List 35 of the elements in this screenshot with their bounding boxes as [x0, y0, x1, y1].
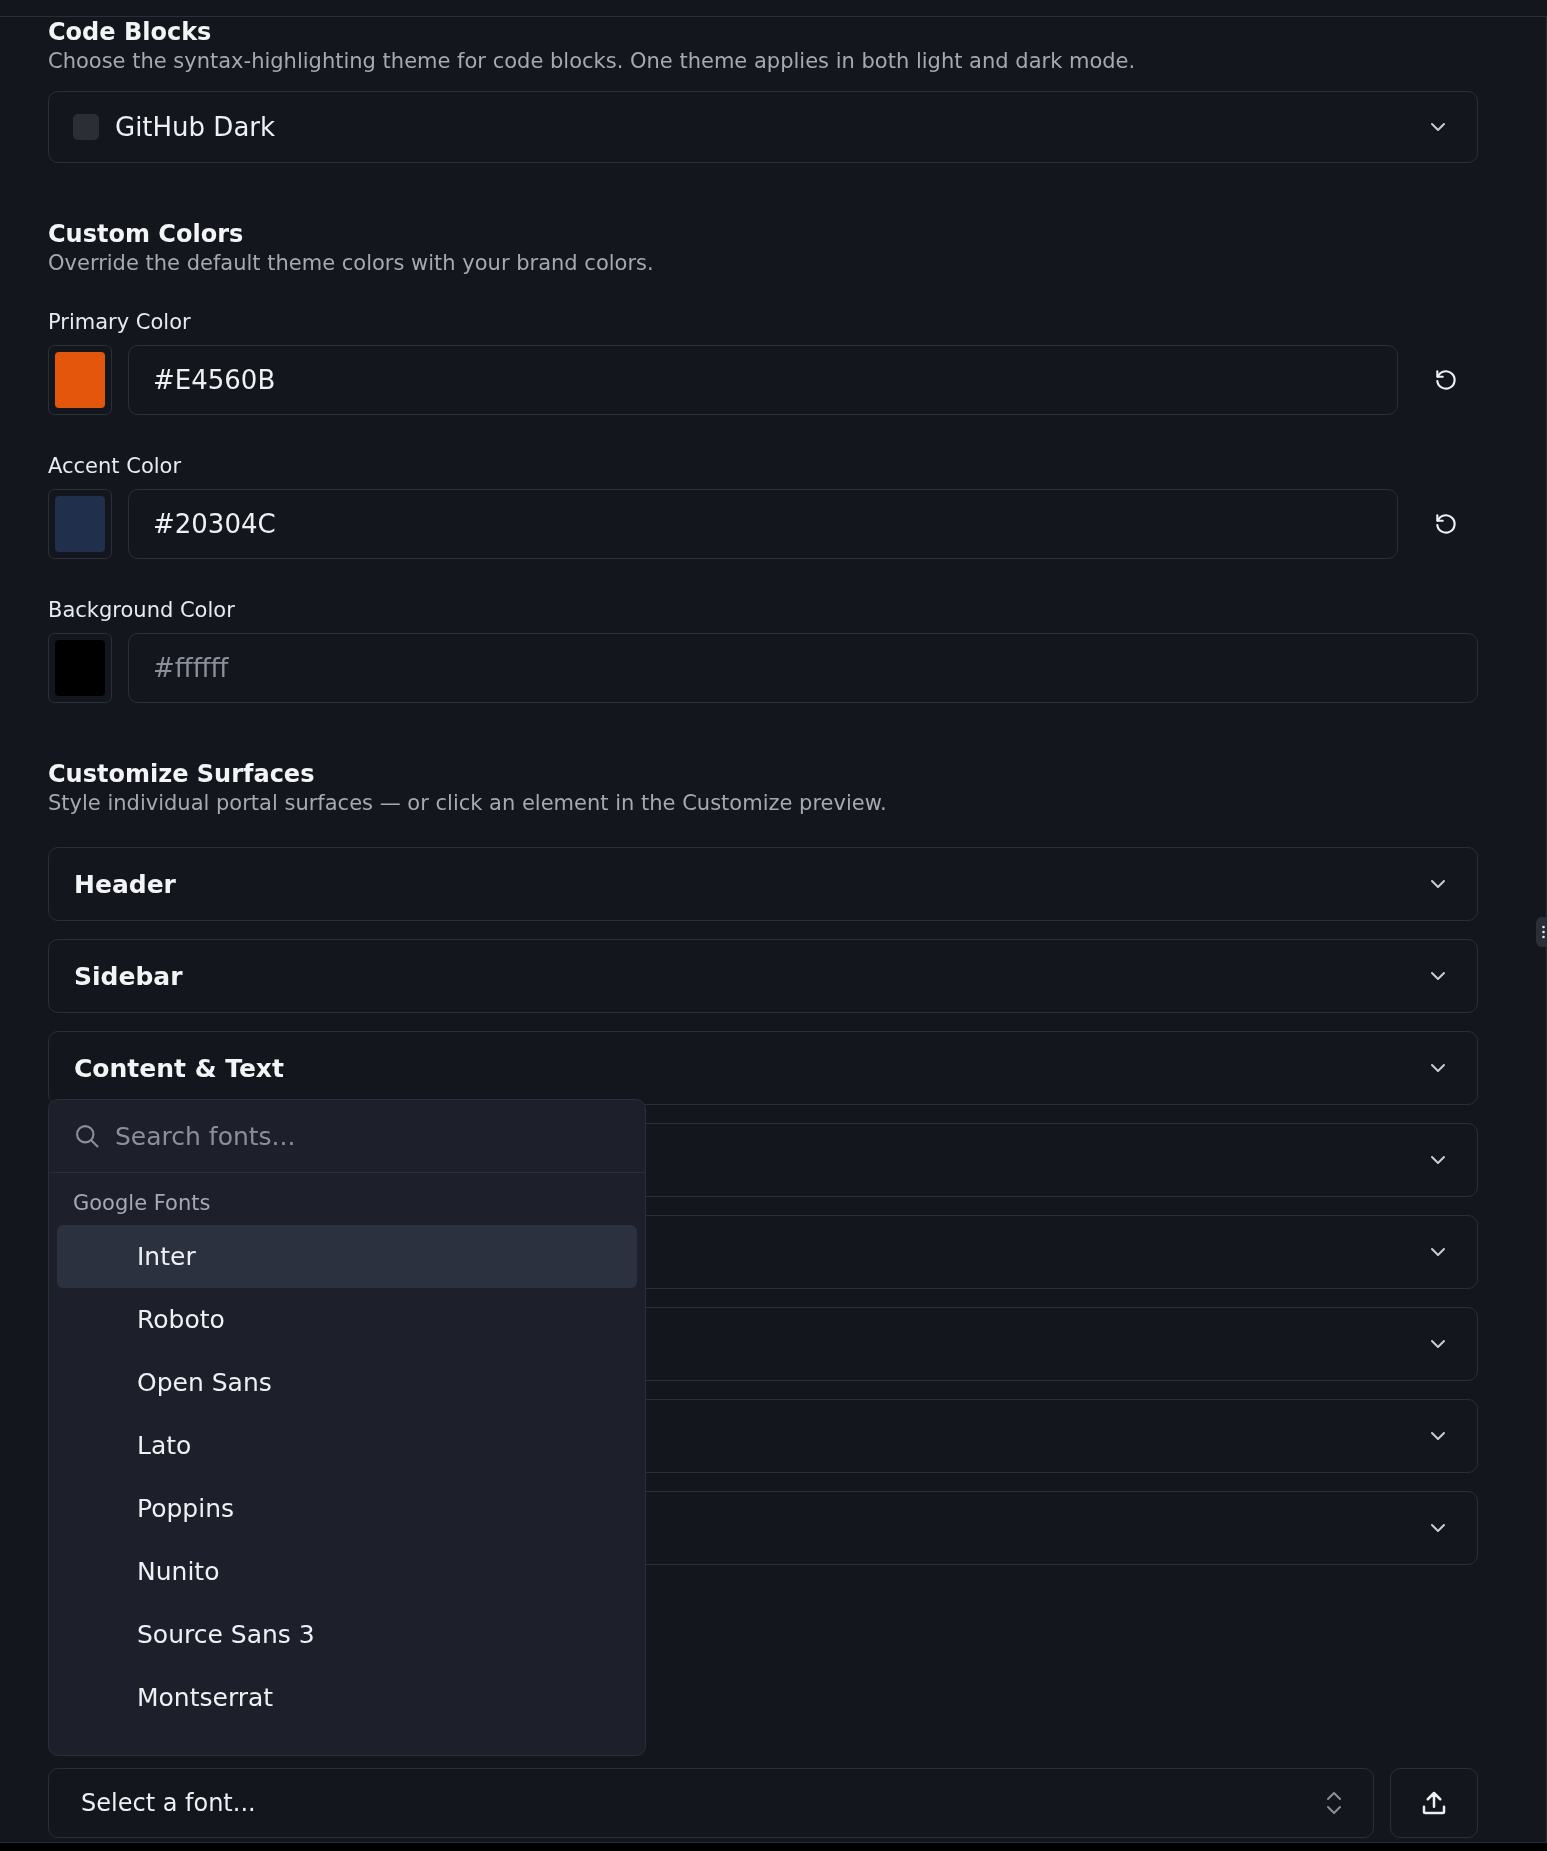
font-option[interactable]: Open Sans [57, 1351, 637, 1414]
font-option[interactable]: Source Sans 3 [57, 1603, 637, 1666]
section-title: Customize Surfaces [48, 759, 316, 789]
reset-icon [1433, 367, 1459, 393]
font-option[interactable]: Nunito [57, 1540, 637, 1603]
color-swatch[interactable] [48, 633, 112, 703]
upload-button[interactable] [1390, 1768, 1478, 1838]
theme-select[interactable]: GitHub Dark [48, 91, 1478, 163]
accordion-item[interactable]: Header [48, 847, 1478, 921]
field-label: Accent Color [48, 453, 183, 480]
accordion-item[interactable]: Sidebar [48, 939, 1478, 1013]
field-label: Primary Color [48, 309, 192, 336]
font-option[interactable]: Lato [57, 1414, 637, 1477]
color-swatch[interactable] [48, 489, 112, 559]
color-input-field[interactable]: #E4560B [128, 345, 1398, 415]
section-description: Style individual portal surfaces — or click an element in the Customize preview. [48, 790, 888, 817]
theme-swatch-icon [73, 114, 99, 140]
color-input-field[interactable]: #20304C [128, 489, 1398, 559]
font-option[interactable]: Montserrat [57, 1666, 637, 1729]
section-title: Custom Colors [48, 219, 245, 249]
search-field[interactable]: Search fonts... [113, 1120, 621, 1152]
color-input-field[interactable]: #ffffff [128, 633, 1478, 703]
font-option[interactable]: Roboto [57, 1288, 637, 1351]
sort-icon [1325, 1789, 1343, 1817]
section-description: Choose the syntax-highlighting theme for code blocks. One theme applies in both light and dark mode. [48, 48, 1137, 75]
font-option[interactable]: Inter [57, 1225, 637, 1288]
section-title: Code Blocks [48, 17, 213, 47]
color-swatch[interactable] [48, 345, 112, 415]
reset-icon [1433, 511, 1459, 537]
font-select[interactable]: Select a font... [48, 1768, 1374, 1838]
group-label: Google Fonts [72, 1190, 212, 1217]
section-description: Override the default theme colors with your brand colors. [48, 250, 655, 277]
font-option[interactable]: Poppins [57, 1477, 637, 1540]
field-label: Background Color [48, 597, 236, 624]
search-icon [73, 1122, 101, 1150]
